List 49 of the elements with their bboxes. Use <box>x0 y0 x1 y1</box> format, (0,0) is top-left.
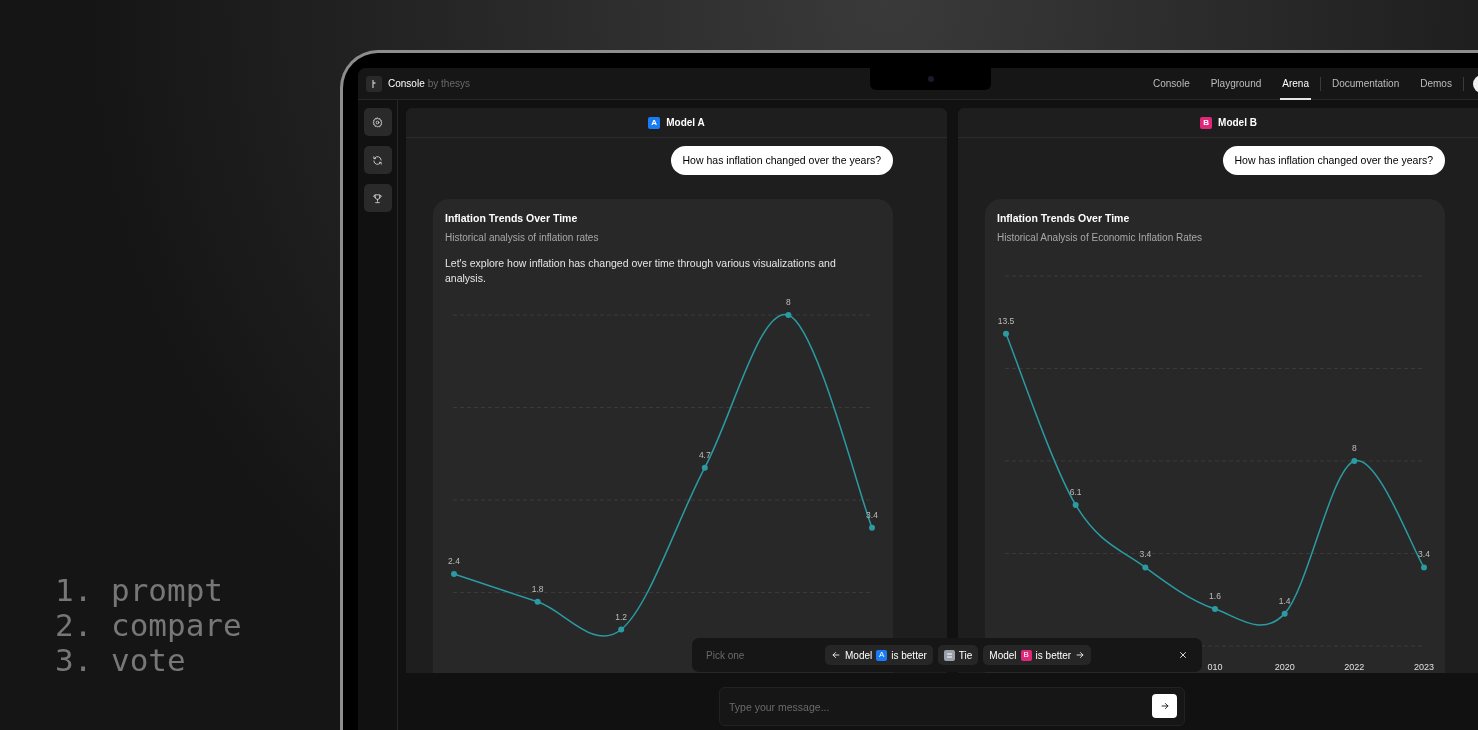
step-text: 2. compare <box>55 608 243 643</box>
vote-text: is better <box>891 648 927 663</box>
data-label: 3.4 <box>1418 549 1430 560</box>
model-name: Model B <box>1218 116 1257 130</box>
nav-link[interactable]: Arena <box>1280 68 1311 100</box>
data-label: 13.5 <box>997 315 1015 326</box>
vote-label: Pick one <box>706 648 746 663</box>
nav-link[interactable]: Demos <box>1418 68 1454 100</box>
axis-label: 2023 <box>1414 661 1434 670</box>
model-badge: B <box>1020 649 1032 661</box>
model-badge: A <box>876 649 888 661</box>
user-message: How has inflation changed over the years? <box>670 146 893 175</box>
message-input[interactable]: Type your message... <box>719 687 1185 726</box>
data-label: 1.2 <box>615 611 628 622</box>
data-label: 8 <box>786 296 791 307</box>
vote-text: Tie <box>958 648 973 663</box>
user-message: How has inflation changed over the years? <box>1222 146 1445 175</box>
model-name: Model A <box>666 116 705 130</box>
axis-label: 2022 <box>1344 661 1365 670</box>
vote-button[interactable]: Tie <box>937 645 979 665</box>
nav-link[interactable]: Documentation <box>1330 68 1402 100</box>
brand-suffix: by thesys <box>427 77 470 91</box>
data-label: 2.4 <box>448 555 460 566</box>
data-label: 1.4 <box>1278 595 1291 606</box>
model-badge: B <box>1200 116 1213 129</box>
vote-text: is better <box>1035 648 1072 663</box>
step-text: 1. prompt <box>55 573 224 608</box>
data-label: 3.4 <box>1139 549 1152 560</box>
step-text: 3. vote <box>55 643 187 678</box>
card-subtitle: Historical analysis of inflation rates <box>445 230 600 245</box>
model-badge: A <box>648 116 661 129</box>
data-label: 8 <box>1351 442 1357 453</box>
axis-label: 010 <box>1207 661 1223 670</box>
card-title: Inflation Trends Over Time <box>997 211 1131 226</box>
vote-text: Model <box>845 648 873 663</box>
data-label: 1.8 <box>531 583 544 594</box>
data-label: 1.6 <box>1209 590 1221 601</box>
vote-button[interactable]: Model B is better <box>983 645 1092 665</box>
card-title: Inflation Trends Over Time <box>445 211 579 226</box>
data-label: 6.1 <box>1069 486 1082 497</box>
data-label: 4.7 <box>698 449 711 460</box>
brand-name: Console <box>388 77 425 91</box>
vote-text: Model <box>989 648 1017 663</box>
nav-link[interactable]: Playground <box>1208 68 1264 100</box>
vote-button[interactable]: Model A is better <box>825 645 933 665</box>
axis-label: 2020 <box>1274 661 1295 670</box>
card-subtitle: Historical Analysis of Economic Inflation Rates <box>997 230 1204 245</box>
card-text: Let's explore how inflation has changed over time through various visualizations and analysis. <box>445 255 837 286</box>
nav-link[interactable]: Console <box>1151 68 1192 100</box>
